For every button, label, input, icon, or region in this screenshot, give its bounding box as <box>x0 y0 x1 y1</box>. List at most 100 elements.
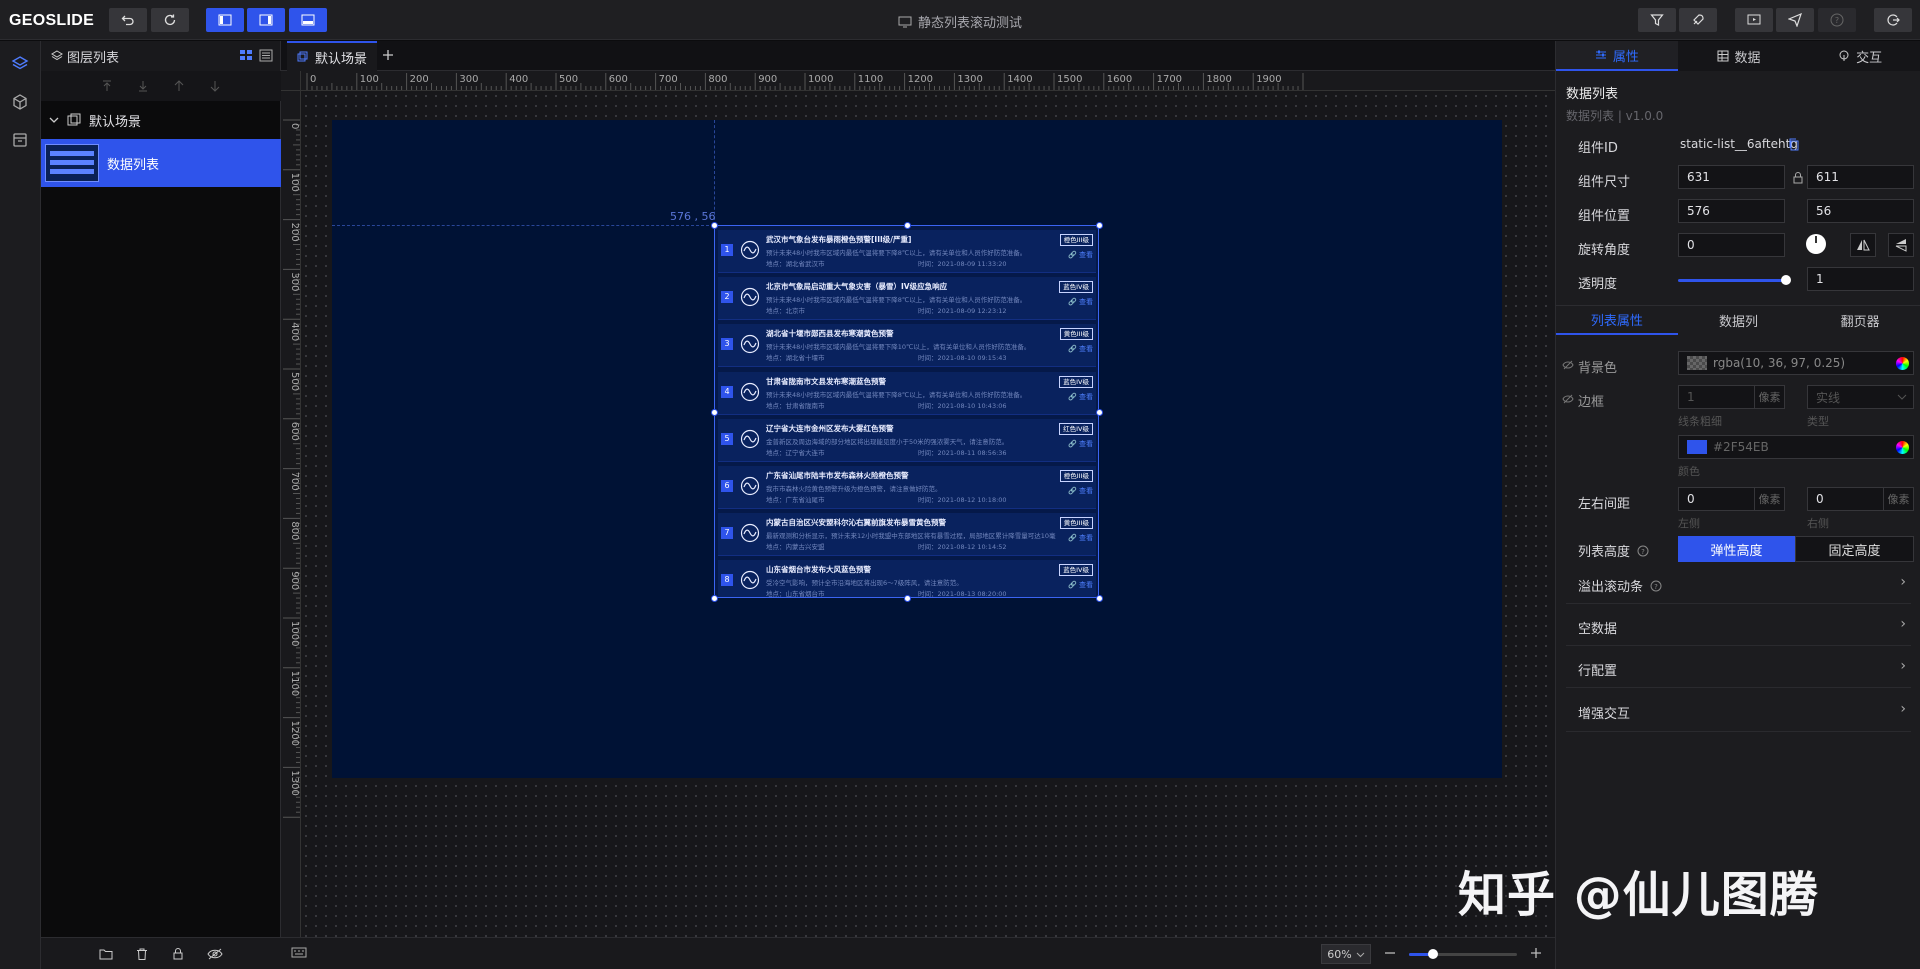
flip-vertical-button[interactable] <box>1888 233 1914 257</box>
x-input[interactable]: 576 <box>1678 199 1785 223</box>
zoom-in-button[interactable] <box>1529 946 1543 960</box>
section-overflow-scrollbar[interactable]: 溢出滚动条 ? <box>1578 576 1662 595</box>
editor-canvas[interactable]: 576 , 56 1 武汉市气象台发布暴雨橙色预警[III级/严重] 橙色III级预… <box>301 91 1555 937</box>
folder-icon[interactable] <box>99 947 113 961</box>
chevron-right-icon[interactable]: › <box>1900 574 1906 590</box>
tools-button[interactable] <box>1679 8 1717 32</box>
zoom-out-button[interactable] <box>1383 946 1397 960</box>
keyboard-shortcuts-button[interactable] <box>291 947 307 959</box>
list-row[interactable]: 8 山东省烟台市发布大风蓝色预警 蓝色IV级 受冷空气影响，预计全市沿海地区将出现6～… <box>718 560 1096 597</box>
aspect-lock-button[interactable] <box>1792 171 1804 184</box>
list-row[interactable]: 4 甘肃省陇南市文县发布寒潮蓝色预警 蓝色IV级 预计未来48小时我市区域内最低气温将… <box>718 371 1096 415</box>
undo-button[interactable] <box>109 8 147 32</box>
zoom-slider-handle[interactable] <box>1427 949 1438 959</box>
help-button[interactable]: ? <box>1818 8 1856 32</box>
border-color-input[interactable]: #2F54EB <box>1678 435 1914 459</box>
toggle-left-panel-button[interactable] <box>206 8 244 32</box>
resize-handle[interactable] <box>711 595 718 602</box>
trash-icon[interactable] <box>135 947 149 961</box>
height-option-flexible[interactable]: 弹性高度 <box>1678 536 1795 562</box>
width-input[interactable]: 631 <box>1678 165 1785 189</box>
color-picker-icon[interactable] <box>1896 441 1909 454</box>
ruler-corner[interactable] <box>281 71 301 91</box>
rotation-dial[interactable] <box>1806 234 1826 254</box>
publish-button[interactable] <box>1776 8 1814 32</box>
chevron-right-icon[interactable]: › <box>1900 658 1906 674</box>
tab-data-columns[interactable]: 数据列 <box>1678 306 1800 335</box>
bg-color-input[interactable]: rgba(10, 36, 97, 0.25) <box>1678 351 1914 375</box>
tab-data[interactable]: 数据 <box>1678 41 1800 71</box>
grid-view-button[interactable] <box>239 49 253 62</box>
list-view-button[interactable] <box>259 49 273 62</box>
border-width-input[interactable]: 1 像素 <box>1678 385 1785 409</box>
border-visibility-toggle[interactable] <box>1562 394 1574 404</box>
resize-handle[interactable] <box>1096 595 1103 602</box>
move-top-icon[interactable] <box>100 79 114 93</box>
row-view-link[interactable]: 🔗 查看 <box>1068 439 1093 449</box>
rotation-input[interactable]: 0 <box>1678 233 1785 257</box>
rail-components-button[interactable] <box>7 89 33 115</box>
filter-button[interactable] <box>1638 8 1676 32</box>
row-view-link[interactable]: 🔗 查看 <box>1068 533 1093 543</box>
toggle-bottom-panel-button[interactable] <box>289 8 327 32</box>
rail-assets-button[interactable] <box>7 127 33 153</box>
y-input[interactable]: 56 <box>1807 199 1914 223</box>
tab-list-properties[interactable]: 列表属性 <box>1556 306 1678 335</box>
list-row[interactable]: 2 北京市气象局启动重大气象灾害（暴雪）IV级应急响应 蓝色IV级 预计未来48小时我… <box>718 277 1096 321</box>
row-view-link[interactable]: 🔗 查看 <box>1068 486 1093 496</box>
add-scene-button[interactable] <box>381 48 395 62</box>
opacity-slider[interactable] <box>1678 275 1791 285</box>
list-row[interactable]: 3 湖北省十堰市郧西县发布寒潮黄色预警 黄色III级 预计未来48小时我市区域内最低气… <box>718 324 1096 368</box>
scene-stage[interactable]: 576 , 56 1 武汉市气象台发布暴雨橙色预警[III级/严重] 橙色III级预… <box>332 120 1502 778</box>
row-view-link[interactable]: 🔗 查看 <box>1068 250 1093 260</box>
row-view-link[interactable]: 🔗 查看 <box>1068 580 1093 590</box>
chevron-right-icon[interactable]: › <box>1900 616 1906 632</box>
zoom-select[interactable]: 60% <box>1321 944 1371 964</box>
preview-button[interactable] <box>1735 8 1773 32</box>
resize-handle[interactable] <box>903 222 911 229</box>
chevron-right-icon[interactable]: › <box>1900 701 1906 717</box>
resize-handle[interactable] <box>903 595 911 602</box>
bg-visibility-toggle[interactable] <box>1562 360 1574 370</box>
resize-handle[interactable] <box>1096 408 1103 416</box>
move-down-icon[interactable] <box>208 79 222 93</box>
row-view-link[interactable]: 🔗 查看 <box>1068 344 1093 354</box>
margin-left-input[interactable]: 0 像素 <box>1678 487 1785 511</box>
tab-interaction[interactable]: 交互 <box>1799 41 1920 71</box>
tab-default-scene[interactable]: 默认场景 <box>287 41 378 71</box>
move-up-icon[interactable] <box>172 79 186 93</box>
scene-tree-row[interactable]: 默认场景 <box>41 103 281 137</box>
margin-right-input[interactable]: 0 像素 <box>1807 487 1914 511</box>
opacity-input[interactable]: 1 <box>1807 267 1914 291</box>
list-row[interactable]: 6 广东省汕尾市陆丰市发布森林火险橙色预警 橙色III级 我市市森林火险黄色预警升级为… <box>718 466 1096 509</box>
row-view-link[interactable]: 🔗 查看 <box>1068 392 1093 402</box>
section-row-config[interactable]: 行配置 <box>1578 660 1617 679</box>
resize-handle[interactable] <box>711 408 718 416</box>
exit-button[interactable] <box>1874 8 1912 32</box>
help-icon[interactable]: ? <box>1650 580 1662 592</box>
resize-handle[interactable] <box>1096 222 1103 229</box>
section-empty-data[interactable]: 空数据 <box>1578 618 1617 637</box>
refresh-button[interactable] <box>151 8 189 32</box>
flip-horizontal-button[interactable] <box>1850 233 1876 257</box>
list-row[interactable]: 7 内蒙古自治区兴安盟科尔沁右翼前旗发布暴雪黄色预警 黄色III级 最新观测和分析显示… <box>718 513 1096 557</box>
help-icon[interactable]: ? <box>1637 545 1649 557</box>
hide-icon[interactable] <box>207 947 223 961</box>
chevron-down-icon[interactable] <box>49 115 59 125</box>
layer-item-data-list[interactable]: 数据列表 <box>41 139 281 187</box>
border-type-select[interactable]: 实线 <box>1807 385 1914 409</box>
tab-properties[interactable]: 属性 <box>1556 41 1678 71</box>
tab-pagination[interactable]: 翻页器 <box>1799 306 1920 335</box>
resize-handle[interactable] <box>711 222 718 229</box>
toggle-right-panel-button[interactable] <box>247 8 285 32</box>
opacity-slider-handle[interactable] <box>1781 275 1791 285</box>
copy-id-button[interactable] <box>1788 138 1800 151</box>
rail-layers-button[interactable] <box>7 51 33 77</box>
list-row[interactable]: 1 武汉市气象台发布暴雨橙色预警[III级/严重] 橙色III级 预计未来48小时我市… <box>718 230 1096 273</box>
height-option-fixed[interactable]: 固定高度 <box>1795 536 1914 562</box>
section-enhanced-interaction[interactable]: 增强交互 <box>1578 703 1630 722</box>
height-input[interactable]: 611 <box>1807 165 1914 189</box>
lock-icon[interactable] <box>171 947 185 961</box>
zoom-slider[interactable] <box>1409 949 1517 959</box>
list-row[interactable]: 5 辽宁省大连市金州区发布大雾红色预警 红色IV级 金普新区及周边海域的部分地区将出现… <box>718 418 1096 462</box>
